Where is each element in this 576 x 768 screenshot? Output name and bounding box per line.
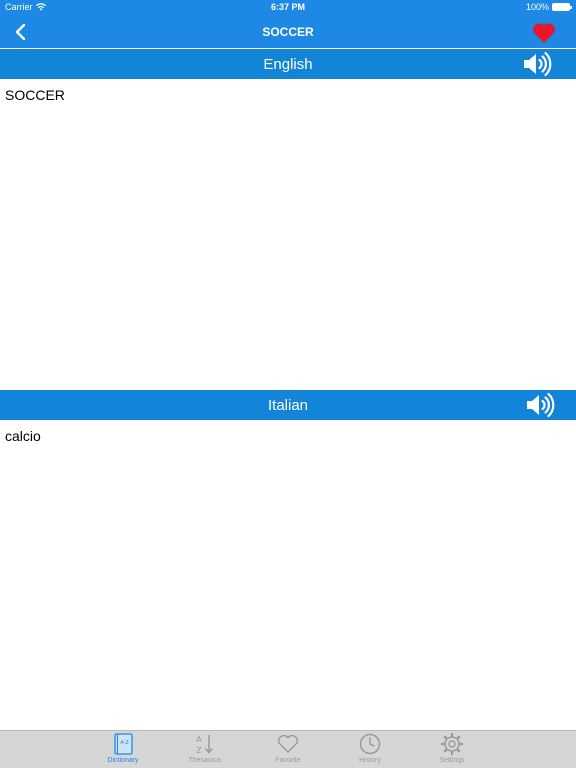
svg-text:A-Z: A-Z <box>120 740 129 746</box>
tab-label: Dictionary <box>107 757 139 764</box>
heart-icon <box>533 23 555 43</box>
target-language-label: Italian <box>267 397 309 414</box>
svg-text:Z: Z <box>196 746 202 755</box>
target-language-header: Italian <box>0 390 576 420</box>
page-title: SOCCER <box>262 25 314 39</box>
battery-indicator: 100% <box>525 2 572 12</box>
tab-favorite[interactable]: Favorite <box>256 732 320 768</box>
navigation-bar: SOCCER <box>0 16 576 48</box>
source-language-header: English <box>0 49 576 79</box>
favorite-button[interactable] <box>532 22 556 44</box>
source-speak-button[interactable] <box>522 51 552 77</box>
dictionary-icon: A-Z <box>114 733 133 755</box>
target-text: calcio <box>5 428 41 444</box>
status-bar: Carrier 6:37 PM 100% <box>0 0 576 16</box>
tab-label: Thesaurus <box>188 757 222 764</box>
source-language-label: English <box>263 56 313 73</box>
sort-az-icon: A Z <box>196 735 214 755</box>
battery-percentage: 100% <box>525 2 549 12</box>
status-time: 6:37 PM <box>270 2 305 12</box>
tab-label: Favorite <box>275 757 301 764</box>
svg-text:A: A <box>196 735 202 744</box>
speaker-icon <box>524 51 552 77</box>
clock-icon <box>359 733 381 755</box>
tab-label: Settings <box>439 757 465 764</box>
source-text: SOCCER <box>5 87 65 103</box>
speaker-icon <box>527 392 555 418</box>
target-speak-button[interactable] <box>525 392 555 418</box>
battery-icon <box>552 3 572 11</box>
heart-outline-icon <box>277 734 299 753</box>
gear-icon <box>440 732 464 756</box>
tab-history[interactable]: History <box>338 732 402 768</box>
tab-thesaurus[interactable]: A Z Thesaurus <box>173 732 237 768</box>
tab-label: History <box>359 757 381 764</box>
tab-bar: A-Z Dictionary A Z Thesaurus Favorite Hi… <box>0 730 576 768</box>
tab-dictionary[interactable]: A-Z Dictionary <box>91 732 155 768</box>
tab-settings[interactable]: Settings <box>420 732 484 768</box>
